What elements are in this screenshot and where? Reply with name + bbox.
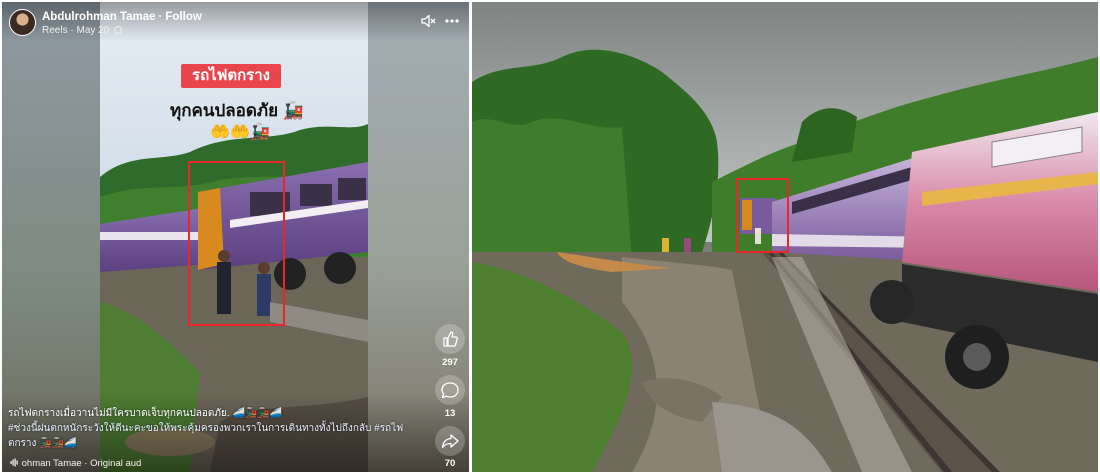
comment-icon (441, 382, 459, 399)
subtitle: ทุกคนปลอดภัย 🚂 (152, 97, 322, 124)
title-badge: รถไฟตกราง (181, 64, 281, 88)
bogie-wheel (324, 252, 356, 284)
share-icon (441, 434, 459, 449)
worker (684, 238, 691, 252)
source-label[interactable]: Reels (42, 25, 68, 36)
like-button[interactable] (435, 324, 465, 354)
audio-icon (10, 458, 18, 467)
share-button[interactable] (435, 426, 465, 456)
caption-lead: รถไฟตกรางเมื่อวานไม่มีใครบาดเจ็บทุกคนปลอ… (8, 408, 230, 419)
comment-button[interactable] (435, 375, 465, 405)
like-icon (443, 331, 458, 347)
post-meta: Reels · May 20 (42, 25, 123, 36)
caption-lead-emoji: 🚄🚂🚂🚄 (232, 408, 283, 419)
emoji-row: 🤲🤲🚂 (210, 124, 270, 141)
author-separator: · (158, 11, 163, 23)
subtitle-text: ทุกคนปลอดภัย (169, 101, 279, 120)
caption-body-emoji: 🚂🚂🚄 (39, 438, 77, 449)
meta-separator: · (70, 25, 74, 36)
audio-label: ohman Tamae · Original aud (21, 458, 142, 469)
car-window (338, 178, 366, 200)
bamboo-left (472, 118, 632, 264)
like-count: 297 (442, 357, 458, 368)
author-name[interactable]: Abdulrohman Tamae (42, 11, 156, 23)
caption-hashtags: #ช่วงนี้ฝนตกหนักระวังให้ดีนะคะขอให้พระคุ… (8, 421, 413, 451)
post-date[interactable]: May 20 (76, 25, 109, 36)
audio-attribution[interactable]: ohman Tamae · Original aud (10, 458, 141, 469)
caption-line-1: รถไฟตกรางเมื่อวานไม่มีใครบาดเจ็บทุกคนปลอ… (8, 406, 413, 421)
author-line: Abdulrohman Tamae · Follow (42, 11, 202, 23)
reel-caption[interactable]: รถไฟตกรางเมื่อวานไม่มีใครบาดเจ็บทุกคนปลอ… (8, 406, 413, 451)
more-icon[interactable] (444, 13, 460, 29)
avatar[interactable] (9, 9, 36, 36)
composite-image: Abdulrohman Tamae · Follow Reels · May 20 … (0, 0, 1100, 474)
bogie-wheel (870, 280, 914, 324)
share-count: 70 (444, 458, 456, 469)
highlight-box (736, 178, 789, 253)
globe-icon (114, 26, 123, 34)
highlight-box (188, 161, 285, 326)
mute-icon[interactable] (420, 13, 436, 29)
comment-count: 13 (444, 408, 456, 419)
facebook-reel-screenshot: Abdulrohman Tamae · Follow Reels · May 20 … (2, 2, 469, 472)
car-window (300, 184, 332, 206)
derailment-photo (472, 2, 1098, 472)
worker (662, 238, 669, 252)
subtitle-emoji: 🚂 (282, 101, 305, 120)
wheel-hub (963, 343, 991, 371)
follow-button[interactable]: Follow (165, 11, 201, 23)
